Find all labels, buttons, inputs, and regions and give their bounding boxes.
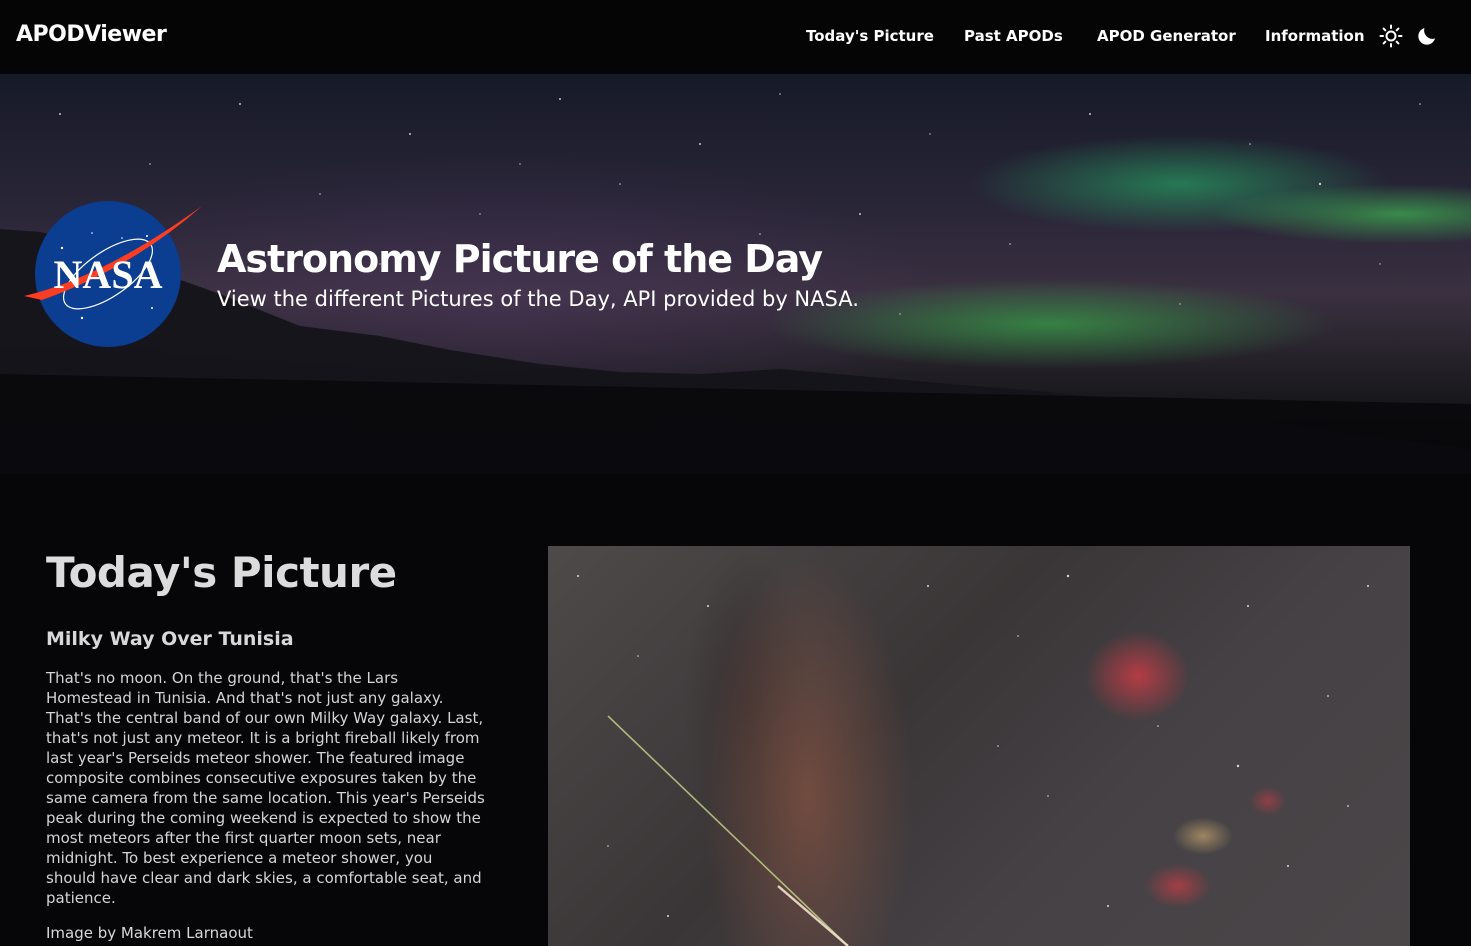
sun-icon[interactable]: [1379, 24, 1403, 48]
nasa-logo-text: NASA: [54, 252, 163, 297]
nav-apod-generator[interactable]: APOD Generator: [1097, 27, 1236, 45]
apod-description: That's no moon. On the ground, that's th…: [46, 669, 485, 907]
nasa-meatball-logo: NASA: [24, 201, 202, 347]
apod-credit: Image by Makrem Larnaout: [46, 924, 253, 942]
apod-title: Milky Way Over Tunisia: [46, 628, 294, 650]
navbar: APODViewer Today's Picture Past APODs AP…: [0, 0, 1471, 74]
hero-title: Astronomy Picture of the Day: [217, 237, 823, 281]
nav-todays-picture[interactable]: Today's Picture: [806, 27, 934, 45]
hero-banner: NASA Astronomy Picture of the Day View t…: [0, 74, 1471, 474]
apod-image-graphic: [577, 574, 1369, 946]
apod-image[interactable]: [548, 546, 1410, 946]
brand-logo[interactable]: APODViewer: [16, 22, 167, 47]
moon-icon[interactable]: [1415, 24, 1439, 48]
section-title: Today's Picture: [46, 548, 397, 597]
hero-subtitle: View the different Pictures of the Day, …: [217, 287, 859, 311]
nav-past-apods[interactable]: Past APODs: [964, 27, 1063, 45]
nav-information[interactable]: Information: [1265, 27, 1365, 45]
